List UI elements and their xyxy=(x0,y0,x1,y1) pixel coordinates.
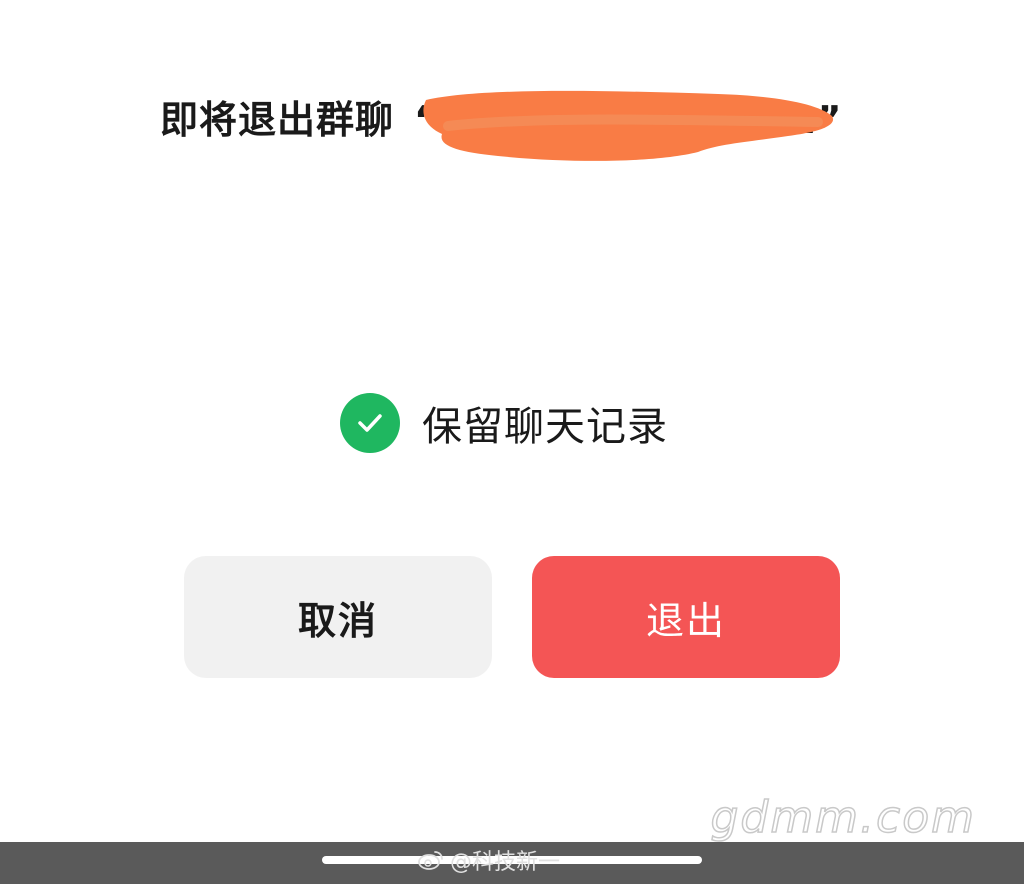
dialog-title-prefix: 即将退出群聊 xyxy=(160,97,395,142)
keep-history-checkbox[interactable] xyxy=(340,393,400,453)
group-name: “ 部1” xyxy=(414,89,842,144)
group-name-open-quote: “ xyxy=(414,97,440,142)
keep-history-option[interactable]: 保留聊天记录 xyxy=(340,392,668,454)
weibo-icon xyxy=(418,851,443,870)
exit-group-dialog: 即将退出群聊 “ 部1” 保留聊天记录 取消 退出 gdmm.com @科技新一 xyxy=(0,0,1024,884)
weibo-handle: @科技新一 xyxy=(450,850,561,875)
checkmark-icon xyxy=(358,414,382,432)
weibo-watermark: @科技新一 xyxy=(418,844,560,876)
site-watermark: gdmm.com xyxy=(710,791,976,844)
dialog-title: 即将退出群聊 “ 部1” xyxy=(160,84,842,148)
group-name-visible-tail: 部1” xyxy=(750,97,843,142)
exit-button[interactable]: 退出 xyxy=(532,556,840,678)
cancel-button[interactable]: 取消 xyxy=(184,556,492,678)
keep-history-label: 保留聊天记录 xyxy=(422,404,668,450)
